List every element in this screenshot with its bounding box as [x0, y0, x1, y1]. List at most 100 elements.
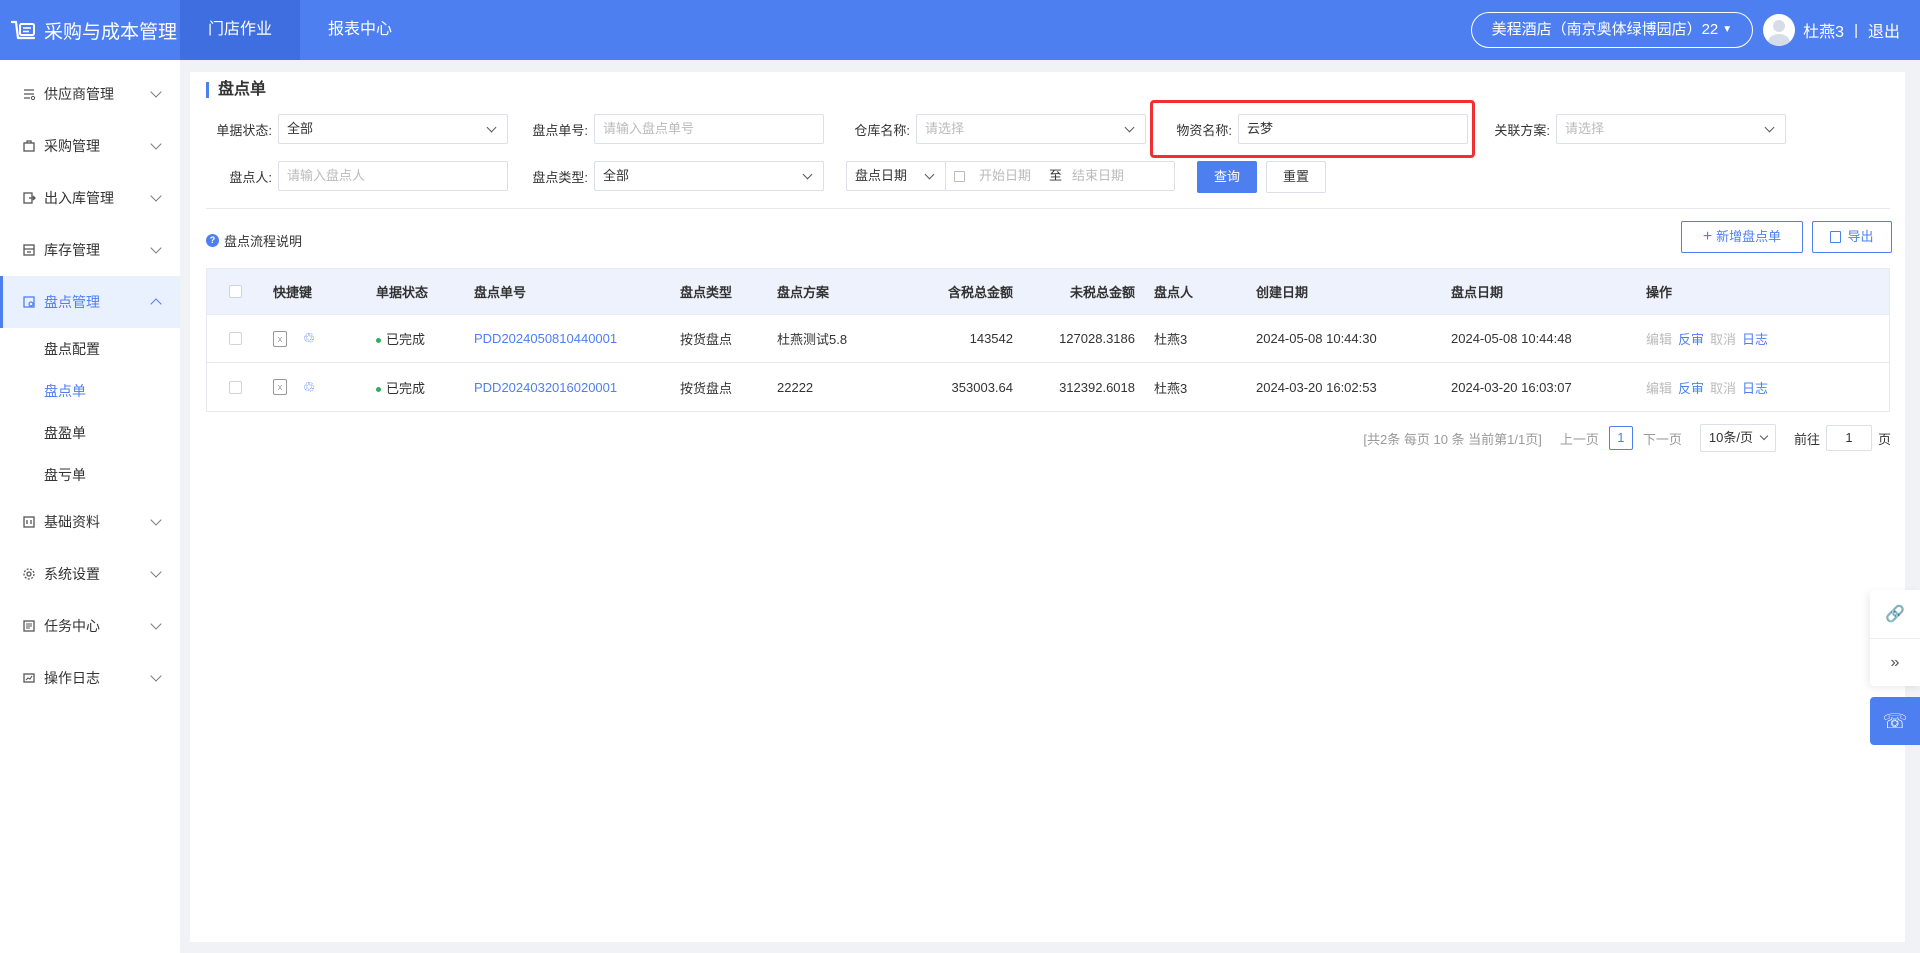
excel-file-icon[interactable]: x: [273, 379, 287, 396]
person-cell: 杜燕3: [1154, 380, 1188, 396]
table-row: x ♲ 已完成 PDD2024050810440001 按货盘点 杜燕测试5.8 …: [207, 315, 1889, 363]
sidebar-item-operation-log[interactable]: 操作日志: [0, 652, 180, 704]
recycle-icon[interactable]: ♲: [301, 379, 317, 395]
sidebar-subitem-stocktake-order[interactable]: 盘点单: [0, 370, 180, 412]
query-button[interactable]: 查询: [1197, 161, 1257, 193]
tax-total-cell: 353003.64: [951, 379, 1013, 395]
app-logo-icon: [10, 20, 36, 40]
highlight-box: [1150, 100, 1475, 158]
plan-select[interactable]: 请选择: [1556, 114, 1786, 144]
log-icon: [22, 671, 36, 685]
sidebar-item-supplier[interactable]: 供应商管理: [0, 68, 180, 120]
customer-service-icon[interactable]: ☏: [1870, 697, 1920, 745]
warehouse-placeholder: 请选择: [925, 121, 965, 136]
chevron-down-icon: [150, 514, 162, 526]
start-date-placeholder: 开始日期: [979, 168, 1032, 183]
select-all-checkbox[interactable]: [229, 285, 242, 298]
chevron-down-icon: [1764, 122, 1775, 133]
created-cell: 2024-03-20 16:02:53: [1256, 379, 1377, 395]
double-chevron-right-icon[interactable]: »: [1870, 638, 1920, 686]
plan-cell: 杜燕测试5.8: [777, 332, 848, 347]
end-date-placeholder: 结束日期: [1072, 168, 1125, 183]
chevron-down-icon: [924, 169, 935, 180]
next-page-button[interactable]: 下一页: [1643, 429, 1682, 448]
excel-file-icon[interactable]: x: [273, 330, 287, 347]
sidebar-item-task-center[interactable]: 任务中心: [0, 600, 180, 652]
flow-help-link[interactable]: ? 盘点流程说明: [206, 231, 302, 250]
row-checkbox[interactable]: [229, 380, 242, 394]
sidebar-item-purchase[interactable]: 采购管理: [0, 120, 180, 172]
filter-warehouse-label: 仓库名称:: [854, 122, 910, 138]
col-tax-total: 含税总金额: [947, 285, 1013, 300]
person-input[interactable]: 请输入盘点人: [278, 161, 508, 191]
filter-warehouse: 仓库名称: 请选择: [844, 114, 1146, 144]
sidebar-item-stocktake[interactable]: 盘点管理: [0, 276, 180, 328]
sidebar-subitem-stocktake-config[interactable]: 盘点配置: [0, 328, 180, 370]
filter-order-no: 盘点单号: 请输入盘点单号: [526, 114, 824, 144]
filter-plan-label: 关联方案:: [1494, 122, 1550, 138]
logout-link[interactable]: 退出: [1868, 18, 1900, 42]
type-select[interactable]: 全部: [594, 161, 824, 191]
sidebar-item-settings[interactable]: 系统设置: [0, 548, 180, 600]
page-number-1[interactable]: 1: [1608, 426, 1633, 450]
order-no-input[interactable]: 请输入盘点单号: [594, 114, 824, 144]
add-stocktake-label: 新增盘点单: [1716, 229, 1782, 244]
link-icon[interactable]: 🔗: [1870, 590, 1920, 638]
export-button[interactable]: 导出: [1812, 221, 1892, 253]
sidebar-item-label: 操作日志: [44, 670, 100, 686]
filter-type: 盘点类型: 全部: [526, 161, 824, 191]
avatar[interactable]: [1763, 14, 1796, 46]
base-data-icon: [22, 515, 36, 529]
status-dot-icon: [376, 386, 381, 392]
sidebar-subitem-surplus-order[interactable]: 盘盈单: [0, 412, 180, 454]
date-range-picker[interactable]: 开始日期 至 结束日期: [945, 161, 1175, 191]
header-checkbox-cell: [207, 285, 273, 298]
chevron-down-icon: [150, 242, 162, 254]
nav-report-center[interactable]: 报表中心: [300, 0, 420, 60]
top-nav: 门店作业 报表中心: [180, 0, 420, 60]
page-size-value: 10条/页: [1708, 430, 1753, 445]
prev-page-button[interactable]: 上一页: [1560, 429, 1599, 448]
notax-total-cell: 127028.3186: [1059, 331, 1135, 346]
store-selector[interactable]: 美程酒店（南京奥体绿博园店）22 ▼: [1470, 12, 1754, 48]
chevron-down-icon: [486, 122, 497, 133]
reverse-audit-action[interactable]: 反审: [1678, 332, 1704, 347]
chevron-down-icon: [1124, 122, 1135, 133]
sidebar-item-warehouse-io[interactable]: 出入库管理: [0, 172, 180, 224]
filter-order-no-label: 盘点单号:: [532, 122, 588, 138]
log-action[interactable]: 日志: [1742, 381, 1768, 396]
sidebar-item-label: 基础资料: [44, 514, 100, 530]
filter-date-range: 盘点日期 开始日期 至 结束日期: [846, 161, 1175, 191]
username[interactable]: 杜燕3: [1803, 18, 1844, 42]
reset-button[interactable]: 重置: [1266, 161, 1326, 193]
filter-type-label: 盘点类型:: [532, 169, 588, 185]
sidebar-item-label: 供应商管理: [44, 86, 114, 102]
col-notax-total: 未税总金额: [1069, 285, 1135, 300]
goto-page-input[interactable]: 1: [1825, 425, 1872, 451]
supplier-icon: [22, 87, 36, 101]
page-size-select[interactable]: 10条/页: [1699, 424, 1776, 452]
goto-suffix: 页: [1877, 431, 1891, 447]
sidebar-item-inventory[interactable]: 库存管理: [0, 224, 180, 276]
add-stocktake-button[interactable]: + 新增盘点单: [1681, 221, 1803, 253]
warehouse-select[interactable]: 请选择: [916, 114, 1146, 144]
chevron-down-icon: [150, 670, 162, 682]
reverse-audit-action[interactable]: 反审: [1678, 381, 1704, 396]
sidebar-item-base-data[interactable]: 基础资料: [0, 496, 180, 548]
sidebar-subitem-loss-order[interactable]: 盘亏单: [0, 454, 180, 496]
recycle-icon[interactable]: ♲: [301, 330, 317, 347]
col-stock-date: 盘点日期: [1451, 285, 1504, 300]
app-logo[interactable]: 采购与成本管理: [0, 0, 180, 60]
order-no-link[interactable]: PDD2024032016020001: [474, 380, 680, 395]
row-checkbox[interactable]: [229, 332, 242, 345]
nav-store-ops[interactable]: 门店作业: [180, 0, 301, 60]
log-action[interactable]: 日志: [1742, 332, 1768, 347]
order-no-link[interactable]: PDD2024050810440001: [474, 331, 680, 346]
cancel-action: 取消: [1710, 380, 1737, 396]
order-no-placeholder: 请输入盘点单号: [603, 121, 695, 136]
date-type-select[interactable]: 盘点日期: [846, 161, 946, 191]
filter-person: 盘点人: 请输入盘点人: [206, 161, 508, 191]
type-cell: 按货盘点: [680, 380, 733, 396]
status-select[interactable]: 全部: [278, 114, 508, 144]
sidebar-item-label: 任务中心: [44, 618, 100, 634]
